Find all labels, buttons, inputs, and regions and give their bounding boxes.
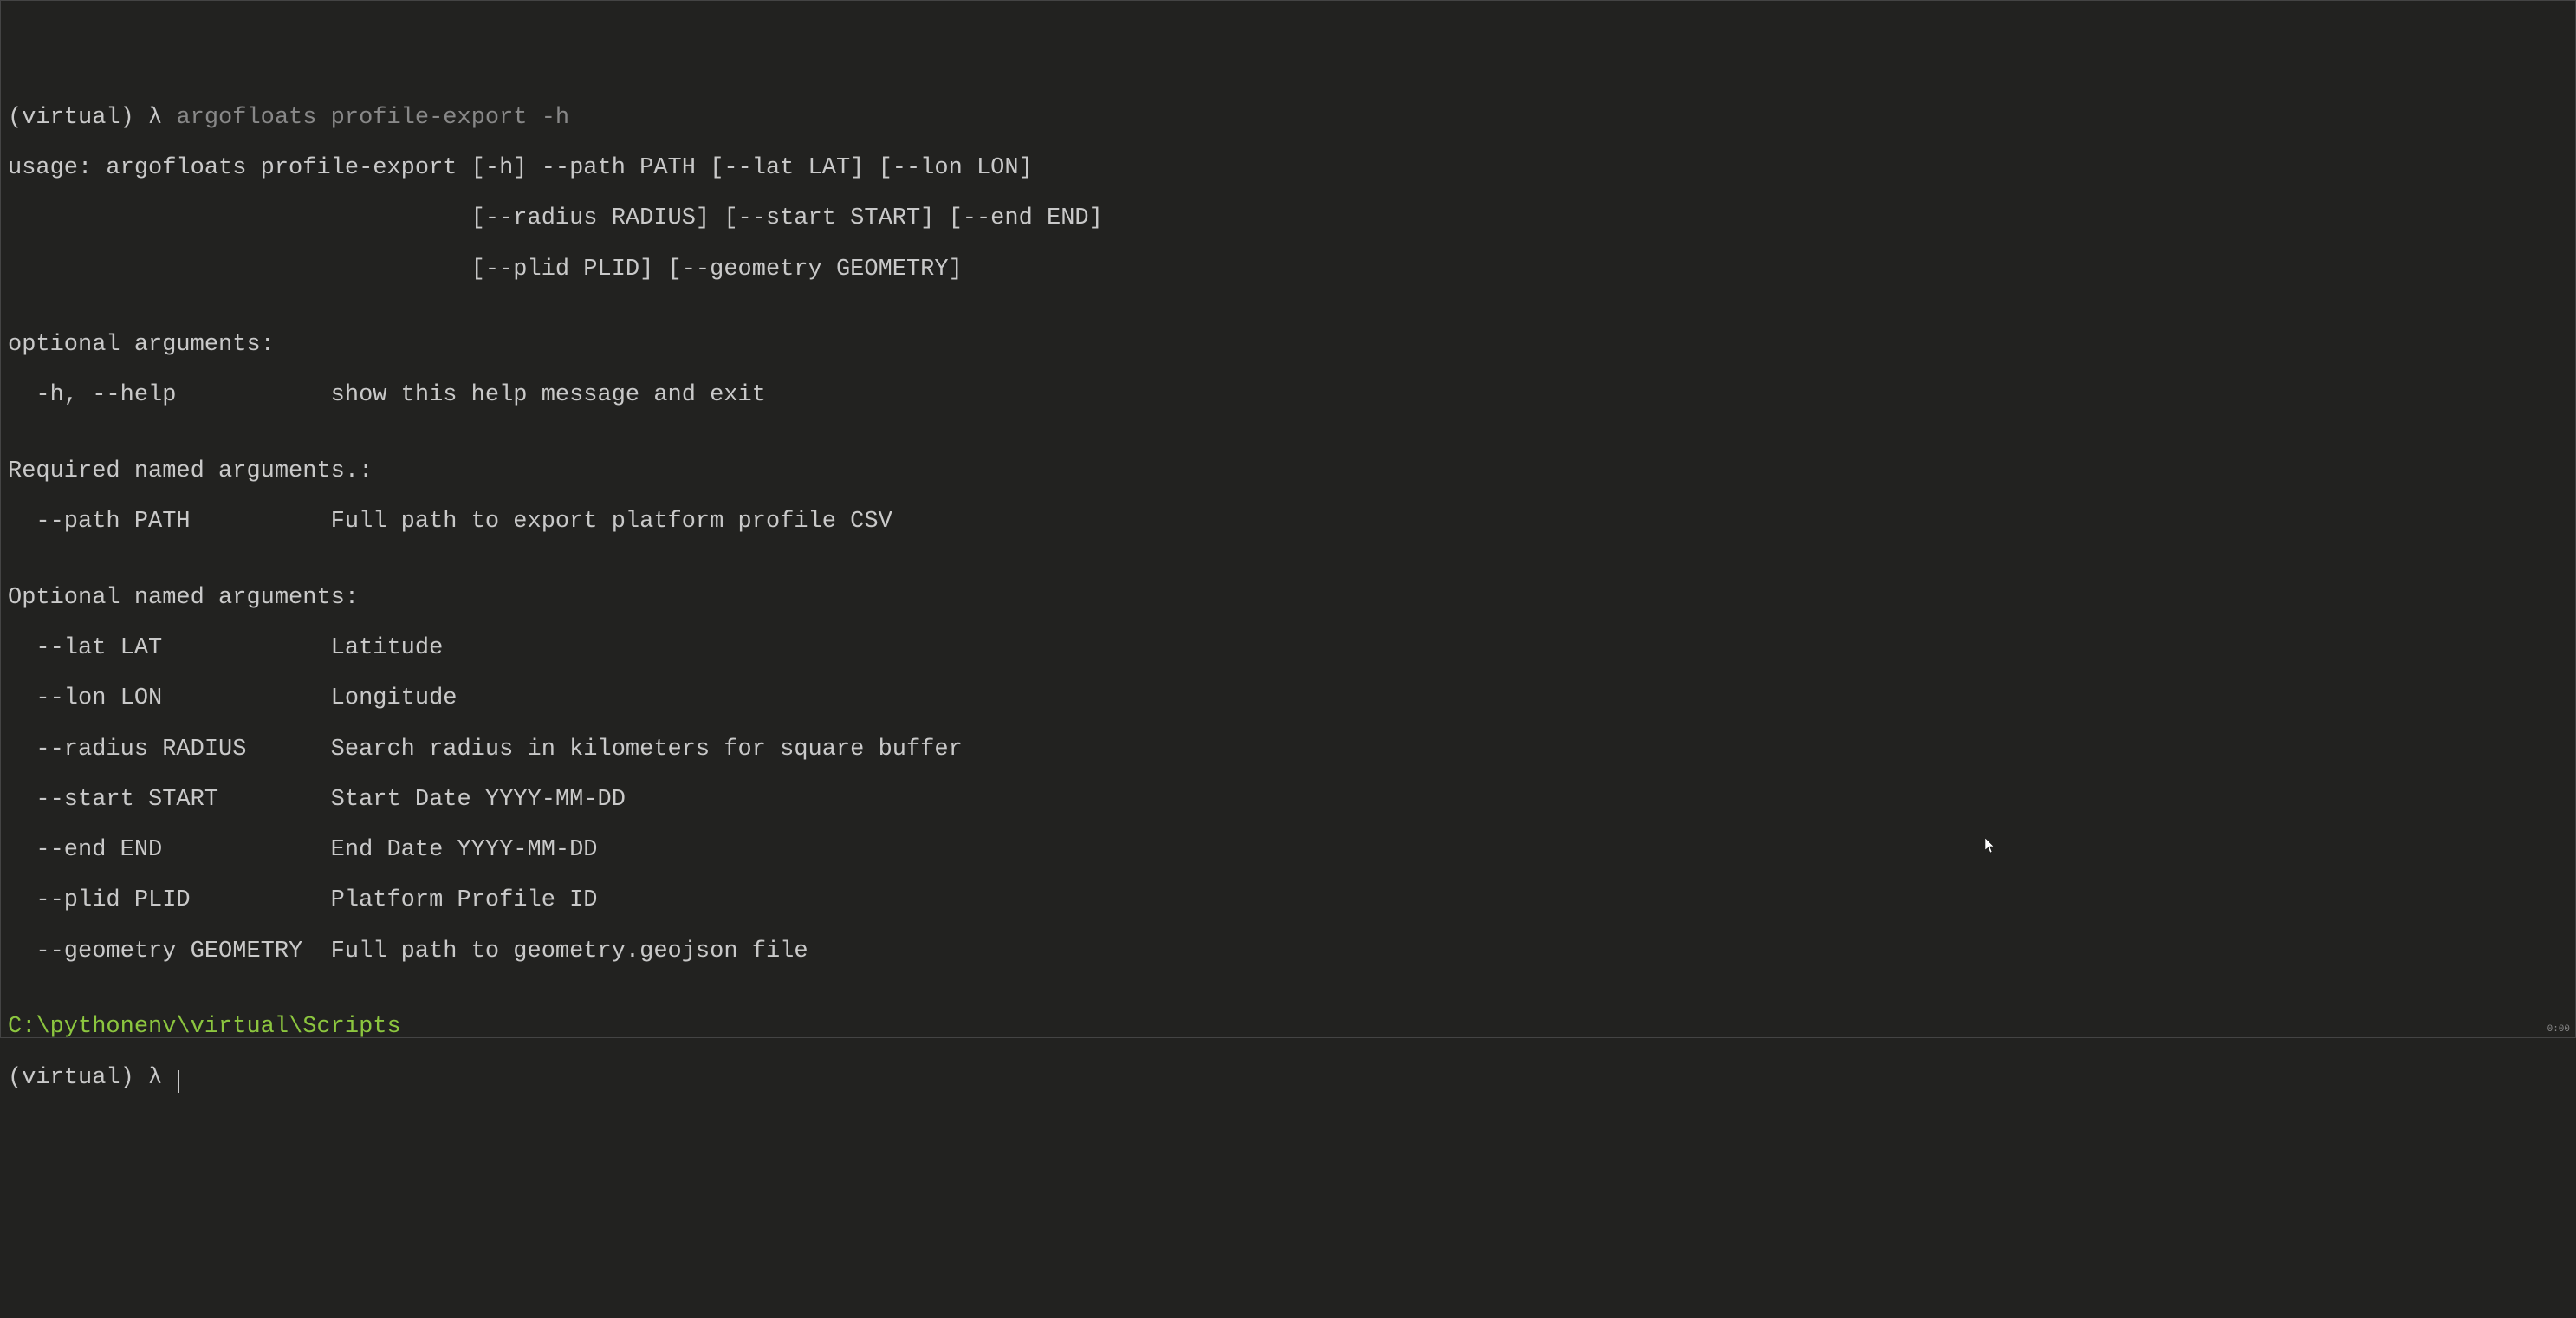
usage-line-1: usage: argofloats profile-export [-h] --…: [8, 156, 2568, 181]
arg-help: -h, --help show this help message and ex…: [8, 383, 2568, 408]
arg-plid: --plid PLID Platform Profile ID: [8, 888, 2568, 913]
text-cursor: [178, 1070, 179, 1093]
entered-command: argofloats profile-export -h: [176, 105, 569, 131]
optional-args-header: optional arguments:: [8, 333, 2568, 358]
arg-end: --end END End Date YYYY-MM-DD: [8, 838, 2568, 863]
optional-named-args-header: Optional named arguments:: [8, 586, 2568, 611]
prompt-line-2[interactable]: (virtual) λ: [8, 1066, 2568, 1091]
venv-indicator: (virtual): [8, 105, 148, 131]
venv-indicator: (virtual): [8, 1065, 148, 1091]
status-bar-time: 0:00: [2542, 1023, 2575, 1037]
prompt-line-1: (virtual) λ argofloats profile-export -h: [8, 106, 2568, 131]
arg-lon: --lon LON Longitude: [8, 686, 2568, 711]
arg-lat: --lat LAT Latitude: [8, 636, 2568, 661]
prompt-symbol: λ: [148, 105, 176, 131]
current-working-directory: C:\pythonenv\virtual\Scripts: [8, 1015, 2568, 1040]
usage-line-2: [--radius RADIUS] [--start START] [--end…: [8, 206, 2568, 231]
arg-radius: --radius RADIUS Search radius in kilomet…: [8, 737, 2568, 763]
arg-geometry: --geometry GEOMETRY Full path to geometr…: [8, 939, 2568, 964]
required-args-header: Required named arguments.:: [8, 459, 2568, 484]
arg-path: --path PATH Full path to export platform…: [8, 510, 2568, 535]
arg-start: --start START Start Date YYYY-MM-DD: [8, 788, 2568, 813]
usage-line-3: [--plid PLID] [--geometry GEOMETRY]: [8, 257, 2568, 282]
prompt-symbol: λ: [148, 1065, 176, 1091]
